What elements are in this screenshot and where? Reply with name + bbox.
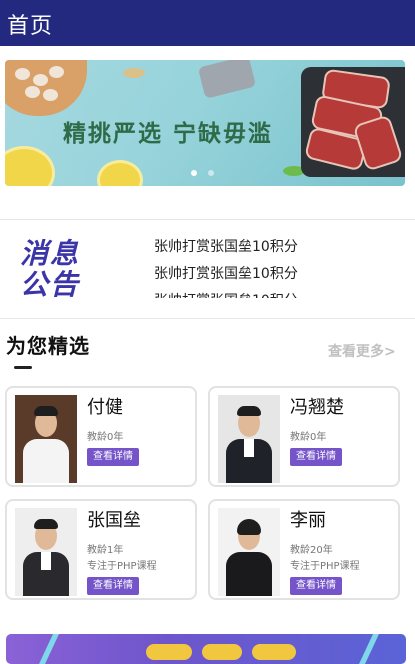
teacher-card[interactable]: 张国垒 教龄1年 专注于PHP课程 查看详情 [5, 499, 197, 600]
teacher-name: 张国垒 [87, 510, 141, 531]
notice-logo-line: 公告 [20, 268, 81, 301]
notice-item[interactable]: 张帅打赏张国垒10积分 [154, 236, 394, 263]
view-details-button[interactable]: 查看详情 [290, 448, 342, 466]
promo-banner[interactable]: 精挑严选 宁缺毋滥 [5, 60, 405, 186]
steak-pan-image [301, 67, 405, 177]
teacher-name: 李丽 [290, 510, 326, 531]
banner-decoration [146, 644, 192, 660]
banner-decoration [252, 644, 296, 660]
teacher-specialty: 专注于PHP课程 [87, 561, 157, 572]
teacher-experience: 教龄0年 [87, 432, 124, 443]
teacher-photo [218, 395, 280, 483]
carousel-dot[interactable] [208, 170, 214, 176]
notice-item[interactable]: 张帅打赏张国垒10积分 [154, 263, 394, 290]
teacher-card[interactable]: 冯翘楚 教龄0年 查看详情 [208, 386, 400, 487]
notice-logo: 消息 公告 [20, 238, 96, 300]
divider [0, 219, 415, 220]
teacher-card[interactable]: 付健 教龄0年 查看详情 [5, 386, 197, 487]
banner-decoration [39, 634, 59, 664]
page-title: 首页 [7, 14, 54, 39]
banner-slogan: 精挑严选 宁缺毋滥 [63, 121, 274, 147]
section-underline [14, 366, 32, 369]
teacher-name: 付健 [87, 397, 123, 418]
teacher-photo [15, 508, 77, 596]
notice-logo-line: 消息 [20, 237, 81, 270]
view-details-button[interactable]: 查看详情 [290, 577, 342, 595]
carousel-dot-active[interactable] [191, 170, 197, 176]
notice-scroller[interactable]: 张帅打赏张国垒10积分 张帅打赏张国垒10积分 张帅打赏张国垒10积分 [154, 236, 394, 298]
teacher-photo [218, 508, 280, 596]
divider [0, 318, 415, 319]
view-details-button[interactable]: 查看详情 [87, 448, 139, 466]
top-app-bar: 首页 [0, 0, 415, 46]
banner-decoration [202, 644, 242, 660]
teacher-experience: 教龄1年 [87, 545, 124, 556]
garnish-image [123, 68, 145, 78]
teacher-photo [15, 395, 77, 483]
bottom-promo-banner[interactable] [6, 634, 406, 664]
teacher-name: 冯翘楚 [290, 397, 344, 418]
teacher-experience: 教龄0年 [290, 432, 327, 443]
notice-item[interactable]: 张帅打赏张国垒10积分 [154, 290, 394, 298]
banner-decoration [359, 634, 379, 664]
section-title: 为您精选 [6, 334, 90, 358]
teacher-experience: 教龄20年 [290, 545, 333, 556]
view-details-button[interactable]: 查看详情 [87, 577, 139, 595]
teacher-specialty: 专注于PHP课程 [290, 561, 360, 572]
teacher-card[interactable]: 李丽 教龄20年 专注于PHP课程 查看详情 [208, 499, 400, 600]
see-more-link[interactable]: 查看更多> [328, 341, 396, 361]
teacher-shirt [23, 439, 69, 483]
